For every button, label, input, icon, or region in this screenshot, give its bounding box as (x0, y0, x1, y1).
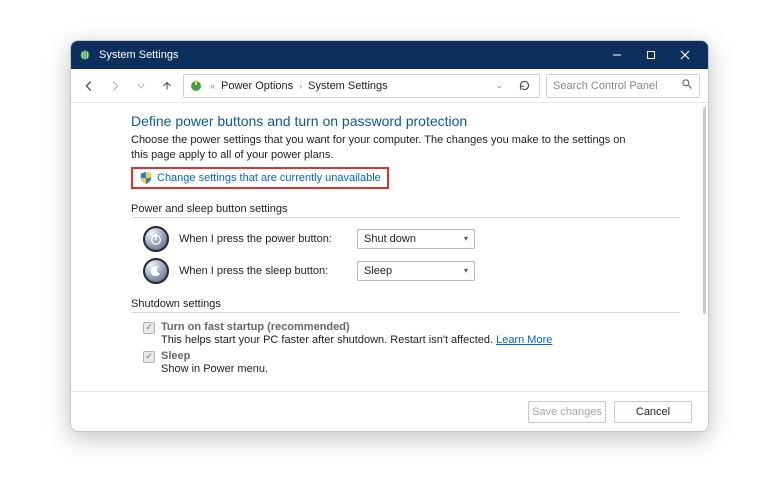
sleep-option-label: Sleep (161, 350, 190, 362)
power-sleep-section-label: Power and sleep button settings (131, 203, 680, 215)
power-button-value: Shut down (364, 233, 416, 245)
change-settings-highlight: Change settings that are currently unava… (131, 167, 389, 189)
breadcrumb-dropdown-icon[interactable]: ⌄ (491, 80, 507, 91)
refresh-button[interactable] (513, 75, 535, 97)
power-button-row: When I press the power button: Shut down… (143, 226, 680, 252)
app-icon (77, 47, 93, 63)
up-button[interactable] (157, 76, 177, 96)
fast-startup-label: Turn on fast startup (recommended) (161, 321, 350, 333)
forward-button[interactable] (105, 76, 125, 96)
section-divider (131, 312, 680, 313)
power-options-icon (188, 78, 204, 94)
fast-startup-checkbox[interactable] (143, 322, 155, 334)
minimize-button[interactable] (600, 41, 634, 69)
save-changes-button[interactable]: Save changes (528, 401, 606, 423)
search-icon (681, 78, 693, 93)
cancel-button[interactable]: Cancel (614, 401, 692, 423)
page-description: Choose the power settings that you want … (131, 133, 631, 163)
sleep-button-select[interactable]: Sleep ▾ (357, 261, 475, 281)
scrollbar[interactable] (703, 107, 706, 314)
power-icon (143, 226, 169, 252)
footer-bar: Save changes Cancel (71, 391, 708, 431)
section-divider (131, 217, 680, 218)
shutdown-section-label: Shutdown settings (131, 298, 680, 310)
breadcrumb-back-chevron: « (210, 81, 215, 91)
sleep-button-row: When I press the sleep button: Sleep ▾ (143, 258, 680, 284)
learn-more-link[interactable]: Learn More (496, 334, 552, 346)
breadcrumb-sep-icon: › (299, 81, 302, 91)
close-button[interactable] (668, 41, 702, 69)
sleep-button-label: When I press the sleep button: (179, 265, 347, 277)
breadcrumb-item-system-settings[interactable]: System Settings (308, 80, 387, 92)
sleep-button-value: Sleep (364, 265, 392, 277)
maximize-button[interactable] (634, 41, 668, 69)
search-input[interactable]: Search Control Panel (546, 74, 700, 98)
content-area: Define power buttons and turn on passwor… (71, 103, 708, 391)
sleep-icon (143, 258, 169, 284)
window-title: System Settings (99, 49, 178, 61)
uac-shield-icon (139, 171, 153, 185)
titlebar: System Settings (71, 41, 708, 69)
chevron-down-icon: ▾ (464, 266, 468, 275)
sleep-option-desc: Show in Power menu. (161, 363, 680, 375)
back-button[interactable] (79, 76, 99, 96)
power-button-select[interactable]: Shut down ▾ (357, 229, 475, 249)
fast-startup-row: Turn on fast startup (recommended) (143, 321, 680, 334)
nav-toolbar: « Power Options › System Settings ⌄ Sear… (71, 69, 708, 103)
page-heading: Define power buttons and turn on passwor… (131, 113, 680, 129)
breadcrumb-item-power-options[interactable]: Power Options (221, 80, 293, 92)
recent-dropdown-icon[interactable] (131, 76, 151, 96)
chevron-down-icon: ▾ (464, 234, 468, 243)
system-settings-window: System Settings « Power Options › System… (70, 40, 709, 432)
sleep-checkbox[interactable] (143, 351, 155, 363)
sleep-option-row: Sleep (143, 350, 680, 363)
fast-startup-desc: This helps start your PC faster after sh… (161, 334, 680, 346)
change-settings-link[interactable]: Change settings that are currently unava… (157, 172, 381, 184)
search-placeholder: Search Control Panel (553, 80, 658, 92)
power-button-label: When I press the power button: (179, 233, 347, 245)
breadcrumb-bar[interactable]: « Power Options › System Settings ⌄ (183, 74, 540, 98)
